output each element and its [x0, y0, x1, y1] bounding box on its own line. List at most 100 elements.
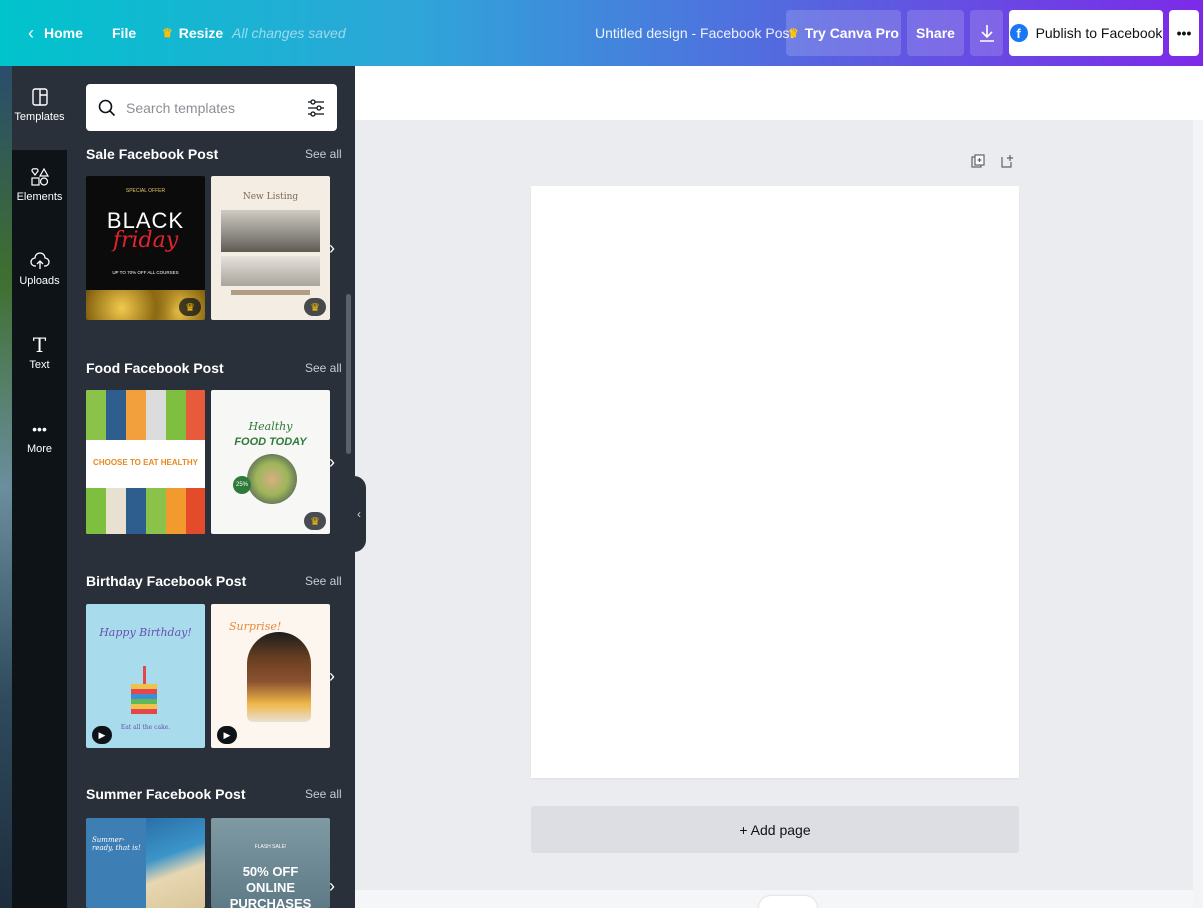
elements-icon	[29, 166, 51, 188]
zoom-handle[interactable]	[759, 896, 817, 908]
top-bar: ‹ Home File ♛ Resize All changes saved U…	[0, 0, 1203, 66]
thumb-text: New Listing	[242, 192, 299, 202]
thumb-text: PURCHASES	[229, 896, 312, 908]
duplicate-page-icon[interactable]	[971, 154, 985, 172]
design-title[interactable]: Untitled design - Facebook Post	[595, 0, 793, 66]
resize-label: Resize	[178, 25, 224, 41]
try-canva-pro-button[interactable]: ♛ Try Canva Pro	[786, 10, 901, 56]
canvas-workspace: + Add page	[355, 66, 1203, 908]
download-icon	[979, 25, 994, 42]
thumb-text: Summer-ready, that is!	[92, 836, 141, 852]
vertical-scrollbar[interactable]	[1193, 120, 1203, 908]
rail-item-text[interactable]: T Text	[12, 318, 67, 402]
rail-label-templates: Templates	[14, 111, 65, 123]
rail-item-elements[interactable]: Elements	[12, 150, 67, 234]
home-button[interactable]: ‹ Home	[28, 0, 83, 66]
publish-to-facebook-button[interactable]: f Publish to Facebook	[1009, 10, 1163, 56]
thumb-text: ONLINE	[245, 880, 296, 895]
cake-illustration	[131, 684, 157, 714]
resize-button[interactable]: ♛ Resize	[162, 0, 223, 66]
thumb-text: SPECIAL OFFER	[125, 188, 166, 194]
crown-icon: ♛	[788, 26, 799, 40]
rail-label-uploads: Uploads	[19, 275, 60, 287]
rail-label-text: Text	[29, 359, 50, 371]
publish-label: Publish to Facebook	[1035, 25, 1163, 41]
rail-label-elements: Elements	[16, 191, 63, 203]
template-thumb-new-listing[interactable]: New Listing ♛	[211, 176, 330, 320]
thumb-text: 50% OFF	[242, 864, 299, 879]
add-page-icon[interactable]	[1001, 154, 1015, 172]
search-icon	[98, 99, 116, 116]
template-thumb-summer-ready[interactable]: Summer-ready, that is!	[86, 818, 205, 908]
share-button[interactable]: Share	[907, 10, 964, 56]
section-title-summer: Summer Facebook Post	[86, 786, 246, 802]
see-all-sale-link[interactable]: See all	[305, 147, 342, 161]
add-page-button[interactable]: + Add page	[531, 806, 1019, 853]
template-thumb-eat-healthy[interactable]: CHOOSE TO EAT HEALTHY	[86, 390, 205, 534]
candle	[143, 666, 146, 684]
play-icon: ▶	[217, 726, 237, 744]
desktop-background-strip	[0, 66, 12, 908]
crown-icon: ♛	[162, 26, 173, 40]
canva-editor: ‹ Home File ♛ Resize All changes saved U…	[0, 0, 1203, 908]
download-button[interactable]	[970, 10, 1003, 56]
search-templates-field[interactable]: Search templates	[86, 84, 337, 131]
crown-icon: ♛	[179, 298, 201, 316]
thumb-text: Happy Birthday!	[99, 626, 192, 639]
thumb-text: 25%	[233, 476, 251, 494]
design-page[interactable]	[531, 186, 1019, 778]
fruit-photo	[86, 390, 205, 440]
rail-item-templates[interactable]: Templates	[12, 66, 67, 150]
uploads-icon	[29, 250, 51, 272]
template-thumb-black-friday[interactable]: SPECIAL OFFER BLACK friday UP TO 70% OFF…	[86, 176, 205, 320]
fruit-photo	[86, 488, 205, 534]
template-thumb-happy-birthday[interactable]: Happy Birthday! Eat all the cake. ▶	[86, 604, 205, 748]
search-placeholder: Search templates	[126, 99, 235, 116]
rail-label-more: More	[26, 443, 53, 455]
template-thumb-flash-sale[interactable]: FLASH SALE! 50% OFF ONLINE PURCHASES	[211, 818, 330, 908]
see-all-summer-link[interactable]: See all	[305, 787, 342, 801]
chevron-left-icon: ‹	[28, 22, 34, 43]
templates-panel: Search templates Sale Facebook Post See …	[67, 66, 355, 908]
template-thumb-food-today[interactable]: Healthy FOOD TODAY 25% ♛	[211, 390, 330, 534]
templates-icon	[29, 86, 51, 108]
file-menu[interactable]: File	[112, 0, 136, 66]
more-options-button[interactable]: •••	[1169, 10, 1199, 56]
canvas-toolbar-area	[355, 66, 1203, 120]
thumb-text: CHOOSE TO EAT HEALTHY	[93, 458, 198, 467]
crown-icon: ♛	[304, 298, 326, 316]
next-arrow-birthday[interactable]: ›	[329, 666, 335, 687]
info-bar	[231, 290, 310, 295]
section-title-food: Food Facebook Post	[86, 360, 224, 376]
next-arrow-summer[interactable]: ›	[329, 876, 335, 897]
filter-icon[interactable]	[307, 98, 325, 117]
rail-item-more[interactable]: ••• More	[12, 402, 67, 486]
chevron-left-icon: ‹	[357, 507, 361, 521]
thumb-text: FLASH SALE!	[254, 844, 287, 850]
rail-item-uploads[interactable]: Uploads	[12, 234, 67, 318]
next-arrow-food[interactable]: ›	[329, 452, 335, 473]
beach-photo	[146, 818, 205, 908]
more-icon: •••	[32, 421, 47, 437]
section-title-birthday: Birthday Facebook Post	[86, 573, 247, 589]
see-all-food-link[interactable]: See all	[305, 361, 342, 375]
play-icon: ▶	[92, 726, 112, 744]
thumb-text: UP TO 70% OFF ALL COURSES	[112, 270, 179, 275]
text-icon: T	[32, 333, 47, 357]
next-arrow-sale[interactable]: ›	[329, 238, 335, 259]
panel-scrollbar[interactable]	[346, 294, 351, 454]
thumb-text: Healthy	[248, 420, 293, 433]
home-label: Home	[44, 25, 83, 41]
thumb-text: friday	[112, 228, 179, 253]
facebook-icon: f	[1009, 24, 1028, 42]
thumb-text: FOOD TODAY	[234, 436, 307, 448]
collapse-panel-button[interactable]: ‹	[352, 476, 366, 552]
crown-icon: ♛	[304, 512, 326, 530]
try-pro-label: Try Canva Pro	[804, 25, 899, 41]
template-thumb-surprise[interactable]: Surprise! ▶	[211, 604, 330, 748]
food-bowl	[247, 454, 297, 504]
room-photo	[221, 210, 320, 252]
save-status: All changes saved	[232, 25, 346, 41]
see-all-birthday-link[interactable]: See all	[305, 574, 342, 588]
room-photo	[221, 256, 320, 286]
